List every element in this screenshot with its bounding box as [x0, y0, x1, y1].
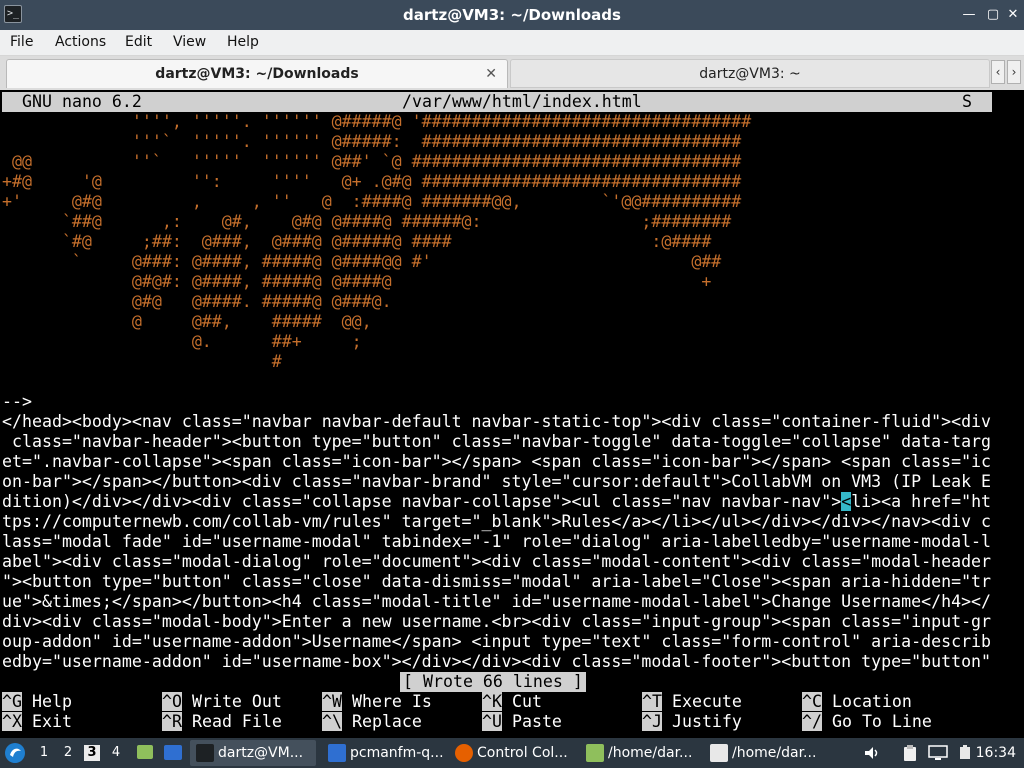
tab-scroll-right-button[interactable]: › [1007, 60, 1021, 84]
start-menu-button[interactable] [4, 738, 28, 768]
tab-downloads[interactable]: dartz@VM3: ~/Downloads ✕ [6, 59, 508, 88]
folder-icon [137, 745, 153, 759]
taskbar-task-label: /home/dar... [608, 745, 693, 761]
menu-bar: File Actions Edit View Help [0, 30, 1024, 56]
code-line[interactable]: et=".navbar-collapse"><span class="icon-… [2, 452, 991, 472]
code-line[interactable]: div><div class="modal-body">Enter a new … [2, 612, 991, 632]
nano-header-bar: GNU nano 6.2 /var/www/html/index.html S [2, 92, 992, 112]
ascii-art-line: `##@ ,: @#, @#@ @####@ ######@: ;#######… [2, 212, 732, 231]
terminal-icon [196, 744, 214, 762]
menu-actions[interactable]: Actions [55, 34, 106, 50]
shortcut-justify: ^J Justify [642, 712, 742, 731]
taskbar-task[interactable]: Control Col... [449, 740, 575, 766]
close-tab-icon[interactable]: ✕ [485, 60, 497, 89]
menu-help[interactable]: Help [227, 34, 259, 50]
ascii-art-line: `#@ ;##: @###, @###@ @#####@ #### :@#### [2, 232, 712, 251]
tab-scroll-left-button[interactable]: ‹ [991, 60, 1005, 84]
ascii-art-line: '''` '''''. '''''' @#####: #############… [2, 132, 742, 151]
ascii-art-line: @ @##, ##### @@, [2, 312, 372, 331]
ascii-art-line: # [2, 352, 282, 371]
desktop-icon [164, 745, 182, 760]
code-line[interactable]: </head><body><nav class="navbar navbar-d… [2, 412, 991, 432]
code-line[interactable]: oup-addon" id="username-addon">Username<… [2, 632, 991, 652]
code-line[interactable]: edby="username-addon" id="username-box">… [2, 652, 991, 672]
taskbar-task[interactable]: pcmanfm-q... [322, 740, 444, 766]
nano-status-message: [ Wrote 66 lines ] [400, 672, 586, 692]
menu-file[interactable]: File [10, 34, 33, 50]
taskbar-task-label: /home/dar... [732, 745, 817, 761]
shortcut-replace: ^\ Replace [322, 712, 422, 731]
ascii-art-line: @. ##+ ; [2, 332, 362, 351]
workspace-4[interactable]: 4 [108, 745, 124, 761]
tab-home[interactable]: dartz@VM3: ~ [510, 59, 990, 88]
taskbar-task[interactable]: /home/dar... [580, 740, 698, 766]
shortcut-where-is: ^W Where Is [322, 692, 432, 711]
taskbar-task-label: Control Col... [477, 745, 568, 761]
nano-modified-flag: S [962, 92, 972, 111]
code-line[interactable]: ue">&times;</span></button><h4 class="mo… [2, 592, 991, 612]
taskbar-task[interactable]: dartz@VM... [190, 740, 316, 766]
volume-icon[interactable] [863, 744, 881, 762]
code-line[interactable]: abel"><div class="modal-dialog" role="do… [2, 552, 991, 572]
shortcut-location: ^C Location [802, 692, 912, 711]
ascii-art-comment: '''', '''''. '''''' @#####@ '###########… [2, 112, 751, 372]
terminal-view[interactable]: GNU nano 6.2 /var/www/html/index.html S … [0, 90, 1024, 738]
shortcut-cut: ^K Cut [482, 692, 542, 711]
file-manager-launcher[interactable] [135, 738, 155, 768]
shortcut-read-file: ^R Read File [162, 712, 282, 731]
maximize-button[interactable]: ▢ [983, 5, 1003, 25]
ascii-art-line: +' @#@ , , '' @ :####@ #######@@, `'@@##… [2, 192, 742, 211]
ascii-art-line: @#@#: @####, #####@ @####@ + [2, 272, 712, 291]
ascii-art-line: @#@ @####. #####@ @###@. [2, 292, 392, 311]
shortcut-execute: ^T Execute [642, 692, 742, 711]
taskbar-task-label: pcmanfm-q... [350, 745, 444, 761]
file-archive-icon [586, 744, 604, 762]
ascii-art-line: +#@ '@ '': '''' @+ .@#@ ################… [2, 172, 742, 191]
power-icon[interactable] [956, 744, 974, 762]
close-window-button[interactable]: ✕ [1003, 5, 1023, 25]
text-cursor: < [841, 492, 852, 511]
nano-filename: /var/www/html/index.html [402, 92, 642, 111]
network-icon[interactable] [928, 744, 948, 762]
clock[interactable]: 16:34 [976, 738, 1016, 768]
taskbar: 1234 dartz@VM... pcmanfm-q... Control Col.… [0, 738, 1024, 768]
code-line[interactable]: tps://computernewb.com/collab-vm/rules" … [2, 512, 991, 532]
shortcut-help: ^G Help [2, 692, 72, 711]
firefox-icon [455, 744, 473, 762]
ascii-art-line: @@ ''` ''''' '''''' @##' `@ ############… [2, 152, 742, 171]
menu-edit[interactable]: Edit [125, 34, 152, 50]
folder-icon [328, 744, 346, 762]
code-line[interactable]: "><button type="button" class="close" da… [2, 572, 991, 592]
nano-version: GNU nano 6.2 [22, 92, 142, 111]
minimize-button[interactable]: — [959, 5, 979, 25]
code-line[interactable]: dition)</div></div><div class="collapse … [2, 492, 991, 512]
workspace-2[interactable]: 2 [60, 745, 76, 761]
code-line[interactable]: --> [2, 392, 991, 412]
taskbar-task[interactable]: /home/dar... [704, 740, 828, 766]
ascii-art-line: ` @###: @####, #####@ @####@@ #' @## [2, 252, 722, 271]
workspace-1[interactable]: 1 [36, 745, 52, 761]
code-line[interactable]: lass="modal fade" id="username-modal" ta… [2, 532, 991, 552]
code-line[interactable]: class="navbar-header"><button type="butt… [2, 432, 991, 452]
show-desktop-launcher[interactable] [162, 738, 184, 768]
tab-label: dartz@VM3: ~/Downloads [155, 66, 359, 82]
ascii-art-line: '''', '''''. '''''' @#####@ '###########… [2, 112, 752, 131]
text-editor-icon [710, 744, 728, 762]
shortcut-exit: ^X Exit [2, 712, 72, 731]
shortcut-paste: ^U Paste [482, 712, 562, 731]
shortcut-write-out: ^O Write Out [162, 692, 282, 711]
html-source-text[interactable]: --> </head><body><nav class="navbar navba… [2, 392, 991, 672]
clipboard-icon[interactable] [901, 744, 919, 762]
code-line[interactable]: on-bar"></span></button><div class="navb… [2, 472, 991, 492]
workspace-3[interactable]: 3 [84, 745, 100, 761]
lubuntu-logo-icon [5, 743, 25, 763]
window-title: dartz@VM3: ~/Downloads [403, 6, 621, 24]
taskbar-task-label: dartz@VM... [218, 745, 304, 761]
tab-label: dartz@VM3: ~ [699, 66, 801, 82]
menu-view[interactable]: View [173, 34, 206, 50]
window-titlebar: >_ dartz@VM3: ~/Downloads — ▢ ✕ [0, 0, 1024, 30]
shortcut-go-to-line: ^/ Go To Line [802, 712, 932, 731]
tab-bar: dartz@VM3: ~/Downloads ✕ dartz@VM3: ~ ‹ … [0, 56, 1024, 90]
